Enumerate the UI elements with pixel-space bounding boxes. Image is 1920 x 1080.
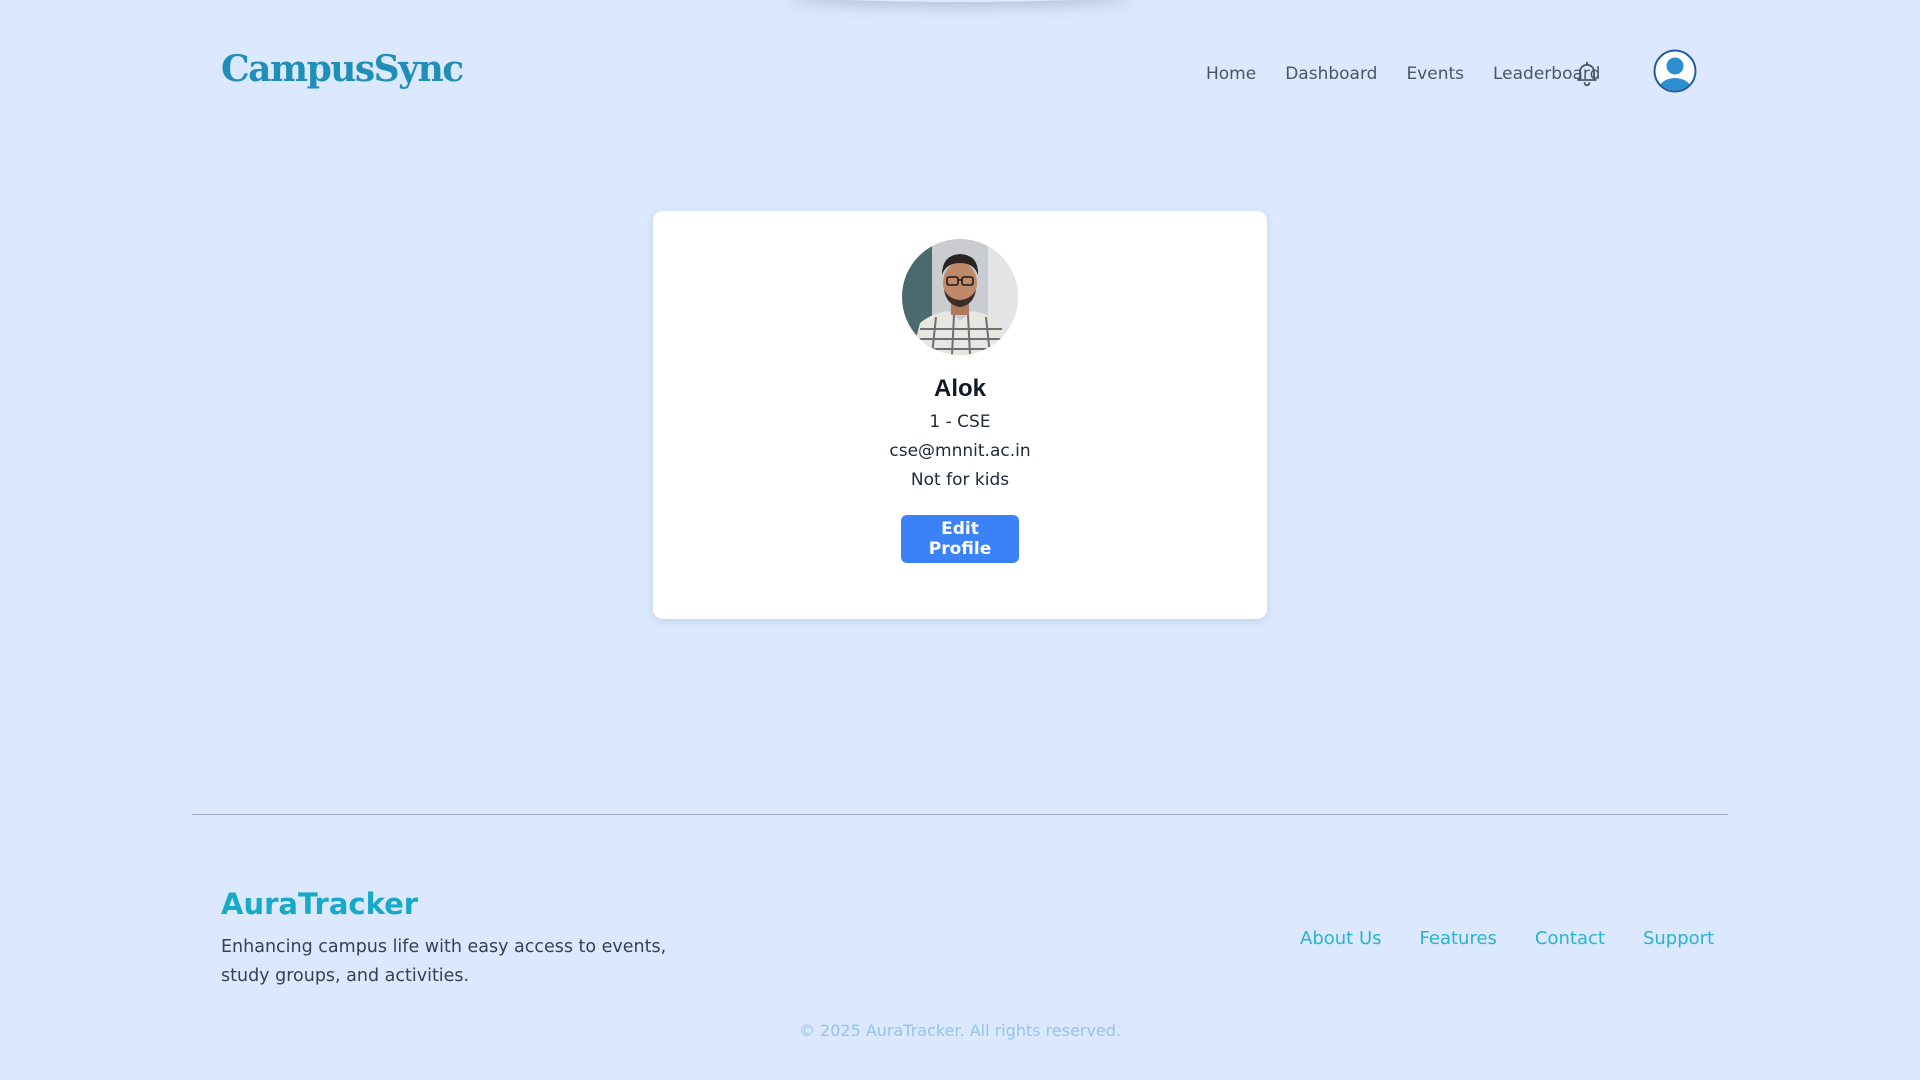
profile-email: cse@mnnit.ac.in (889, 441, 1031, 461)
edit-profile-button[interactable]: Edit Profile (901, 515, 1019, 563)
profile-year-branch: 1 - CSE (929, 412, 991, 432)
footer-link-features[interactable]: Features (1420, 928, 1497, 949)
footer-links: About Us Features Contact Support (1300, 926, 1714, 950)
footer-link-support[interactable]: Support (1643, 928, 1714, 949)
top-shadow (790, 0, 1130, 2)
brand-logo[interactable]: CampusSync (221, 48, 464, 90)
footer-description: Enhancing campus life with easy access t… (221, 937, 667, 986)
profile-card: Alok 1 - CSE cse@mnnit.ac.in Not for kid… (653, 211, 1267, 619)
profile-bio: Not for kids (910, 470, 1010, 490)
footer-link-about[interactable]: About Us (1300, 928, 1382, 949)
footer-brand: AuraTracker (221, 887, 419, 921)
bell-icon[interactable] (1573, 59, 1601, 87)
nav-home[interactable]: Home (1206, 64, 1256, 84)
nav-events[interactable]: Events (1406, 64, 1464, 84)
nav-dashboard[interactable]: Dashboard (1285, 64, 1377, 84)
copyright-text: © 2025 AuraTracker. All rights reserved. (798, 1021, 1122, 1040)
footer-link-contact[interactable]: Contact (1535, 928, 1605, 949)
footer-divider (192, 814, 1728, 815)
profile-photo (902, 239, 1018, 355)
user-circle-icon[interactable] (1653, 49, 1697, 93)
profile-name: Alok (933, 375, 986, 402)
main-nav: Home Dashboard Events Leaderboard (1206, 63, 1600, 85)
